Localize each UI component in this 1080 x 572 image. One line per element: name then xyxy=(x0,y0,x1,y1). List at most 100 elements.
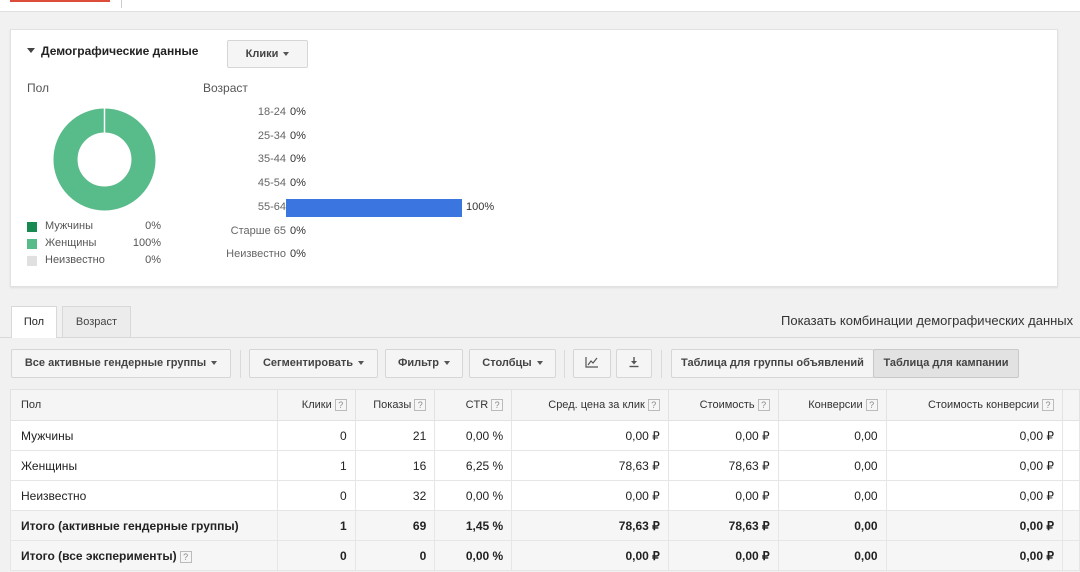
demographics-header[interactable]: Демографические данные xyxy=(27,44,198,58)
chevron-down-icon xyxy=(358,361,364,365)
age-value: 0% xyxy=(290,129,306,142)
legend-label: Неизвестно xyxy=(45,254,105,266)
cell-value: 0,00 ₽ xyxy=(625,488,660,503)
top-strip xyxy=(0,0,1080,12)
divider xyxy=(240,350,241,378)
legend-label: Мужчины xyxy=(45,220,94,232)
cell-value: 1 xyxy=(340,458,347,473)
legend-value: 100% xyxy=(132,237,161,249)
age-row: Старше 65 0% xyxy=(201,223,521,241)
adgroup-table-button[interactable]: Таблица для группы объявлений xyxy=(671,349,874,378)
age-value: 0% xyxy=(290,106,306,118)
cell-value: 0,00 ₽ xyxy=(625,548,660,563)
table-cell-overflow xyxy=(1061,510,1080,541)
help-icon[interactable]: ? xyxy=(179,550,192,563)
cell-value: 0 xyxy=(340,548,347,563)
cell-value: 0,00 ₽ xyxy=(735,488,770,503)
cell-value: 0,00 ₽ xyxy=(1019,428,1054,443)
column-header[interactable]: Пол xyxy=(10,389,278,421)
table-cell: 0,00 ₽ xyxy=(885,450,1063,481)
tab-gender[interactable]: Пол xyxy=(11,306,57,338)
help-icon[interactable]: ? xyxy=(414,399,427,411)
chevron-down-icon xyxy=(211,361,218,365)
age-label: 18-24 xyxy=(257,106,286,118)
column-header[interactable]: Конверсии? xyxy=(777,389,887,421)
help-icon[interactable]: ? xyxy=(647,399,660,411)
tab-age[interactable]: Возраст xyxy=(62,306,131,337)
campaign-table-button[interactable]: Таблица для кампании xyxy=(873,349,1019,378)
legend-swatch xyxy=(27,222,37,232)
line-chart-icon xyxy=(585,357,598,368)
segment-label: Сегментировать xyxy=(262,357,353,369)
table-cell: 1 xyxy=(276,510,356,541)
gender-legend: Мужчины 0% Женщины 100% Неизвестно 0% xyxy=(27,220,167,271)
legend-label: Женщины xyxy=(45,237,97,249)
help-icon[interactable]: ? xyxy=(491,399,504,411)
cell-value: 0,00 xyxy=(854,428,878,443)
age-section-label: Возраст xyxy=(203,81,248,95)
help-icon[interactable]: ? xyxy=(334,399,347,411)
cell-value: 0,00 ₽ xyxy=(1019,458,1054,473)
divider xyxy=(661,350,662,378)
cell-value: 0,00 ₽ xyxy=(625,428,660,443)
collapse-triangle-icon[interactable] xyxy=(27,48,35,53)
column-header[interactable]: Сред. цена за клик? xyxy=(511,389,669,421)
table-cell: 78,63 ₽ xyxy=(511,450,669,481)
column-header[interactable]: Клики? xyxy=(276,389,356,421)
age-value: 100% xyxy=(466,200,495,213)
column-header-label: Показы xyxy=(373,399,412,411)
column-header[interactable]: Стоимость? xyxy=(667,389,779,421)
columns-dropdown[interactable]: Столбцы xyxy=(469,349,556,378)
download-button[interactable] xyxy=(616,349,652,378)
cell-value: 21 xyxy=(412,428,427,443)
table-cell: 69 xyxy=(354,510,436,541)
segment-dropdown[interactable]: Сегментировать xyxy=(249,349,378,378)
age-value: 0% xyxy=(290,224,306,237)
column-header[interactable]: Показы? xyxy=(354,389,436,421)
age-value: 0% xyxy=(290,153,306,166)
legend-value: 0% xyxy=(145,254,161,266)
cell-value: 0,00 ₽ xyxy=(735,548,770,563)
cell-value: 78,63 ₽ xyxy=(618,458,660,473)
show-combinations-link[interactable]: Показать комбинации демографических данн… xyxy=(781,313,1073,328)
columns-label: Столбцы xyxy=(482,357,532,369)
column-header[interactable]: CTR? xyxy=(434,389,513,421)
column-header-label: Стоимость конверсии xyxy=(927,399,1039,411)
cell-value: 78,63 ₽ xyxy=(618,518,660,533)
chevron-down-icon xyxy=(444,361,451,365)
age-row: 55-64 100% xyxy=(201,198,521,217)
age-label: 35-44 xyxy=(257,153,286,166)
cell-value: Мужчины xyxy=(21,428,74,443)
total-row: Итого (активные гендерные группы) 1 69 1,45… xyxy=(10,510,1080,541)
table-cell: 0,00 ₽ xyxy=(511,420,669,451)
help-icon[interactable]: ? xyxy=(1041,399,1054,411)
cell-value: 1,45 % xyxy=(465,518,504,533)
age-row: Неизвестно 0% xyxy=(201,246,521,264)
gender-section-label: Пол xyxy=(27,81,50,95)
gender-groups-dropdown[interactable]: Все активные гендерные группы xyxy=(11,349,231,378)
help-icon[interactable]: ? xyxy=(757,399,770,411)
table-cell: Женщины xyxy=(10,450,278,481)
cell-value: 78,63 ₽ xyxy=(728,518,770,533)
metric-dropdown-button[interactable]: Клики xyxy=(227,40,308,68)
table-row: Женщины 1 16 6,25 % 78,63 ₽ 78,63 ₽ 0,00 0,00 ₽ xyxy=(10,450,1080,481)
chart-toggle-button[interactable] xyxy=(573,349,611,378)
filter-dropdown[interactable]: Фильтр xyxy=(385,349,463,378)
help-icon[interactable]: ? xyxy=(865,399,878,411)
table-cell: 0 xyxy=(276,420,356,451)
table-cell: 0,00 ₽ xyxy=(667,540,779,571)
cell-value: 0,00 ₽ xyxy=(735,428,770,443)
cell-value: Итого (активные гендерные группы) xyxy=(21,518,239,533)
demographics-card: Демографические данные Клики Пол Возраст… xyxy=(10,29,1058,287)
cell-value: 0,00 % xyxy=(465,428,504,443)
cell-value: 0,00 % xyxy=(465,488,504,503)
cell-value: 0,00 ₽ xyxy=(1019,548,1054,563)
total-row: Итого (все эксперименты)? 0 0 0,00 % 0,00 ₽ 0… xyxy=(10,540,1080,571)
table-cell: 0,00 % xyxy=(434,480,513,511)
table-cell: 78,63 ₽ xyxy=(667,450,779,481)
column-header[interactable]: Стоимость конверсии? xyxy=(885,389,1063,421)
table-cell: 0,00 % xyxy=(434,420,513,451)
cell-value: 6,25 % xyxy=(465,458,504,473)
age-value: 0% xyxy=(290,248,306,261)
table-cell: 1,45 % xyxy=(434,510,513,541)
